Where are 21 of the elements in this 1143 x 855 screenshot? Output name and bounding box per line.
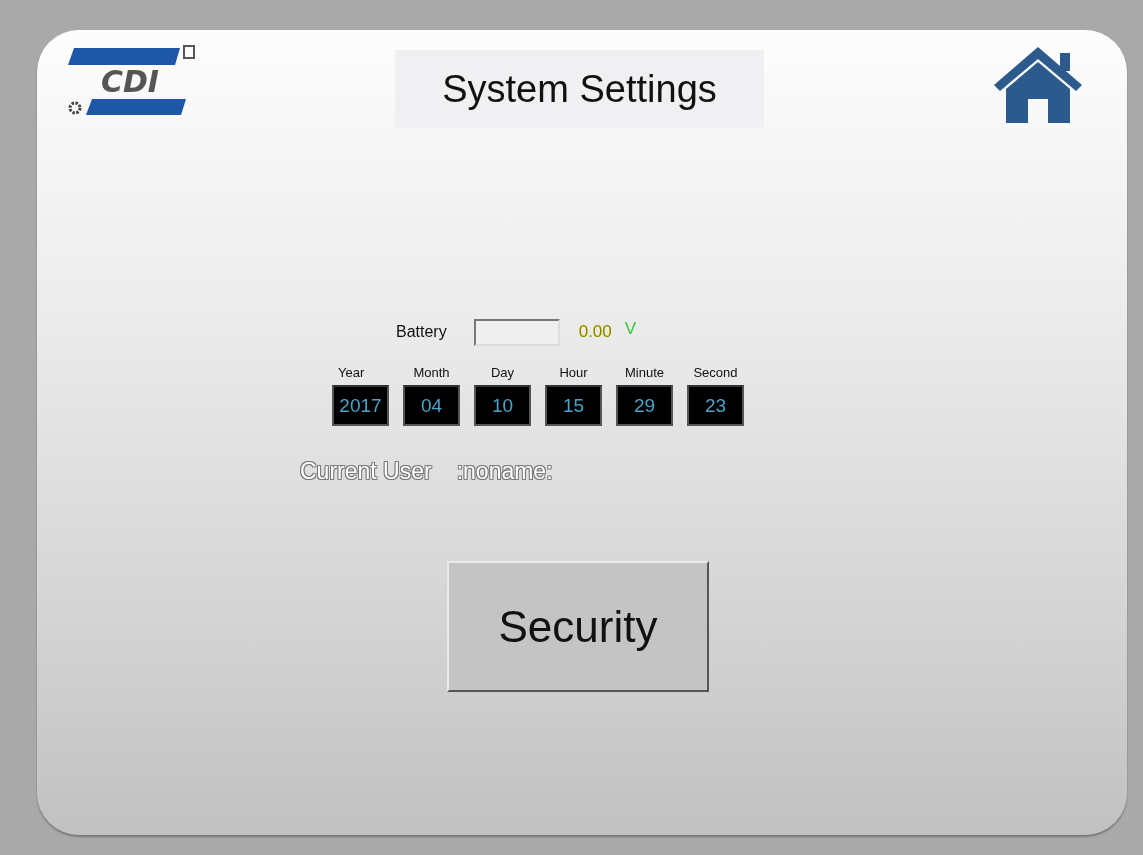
battery-label: Battery [396, 323, 447, 341]
field-label: Year [338, 365, 366, 380]
time-value-field[interactable]: 29 [616, 385, 673, 426]
time-value-field[interactable]: 10 [474, 385, 531, 426]
time-value-field[interactable]: 15 [545, 385, 602, 426]
page-title: System Settings [395, 50, 764, 128]
security-button[interactable]: Security [447, 561, 709, 692]
time-value-field[interactable]: 04 [403, 385, 460, 426]
field-label: Second [692, 365, 739, 380]
voltage-unit: V [624, 319, 637, 339]
time-value-field[interactable]: 23 [687, 385, 744, 426]
home-icon[interactable] [992, 45, 1084, 125]
field-label: Day [489, 365, 516, 380]
current-user-label: Current User [300, 458, 432, 485]
field-label: Minute [624, 365, 665, 380]
field-label: Month [412, 365, 451, 380]
field-label: Hour [558, 365, 589, 380]
battery-voltage: 0.00 [578, 322, 612, 342]
current-user-name: :noname: [456, 458, 553, 485]
time-value-field[interactable]: 2017 [332, 385, 389, 426]
logo-text: CDI [100, 64, 160, 99]
